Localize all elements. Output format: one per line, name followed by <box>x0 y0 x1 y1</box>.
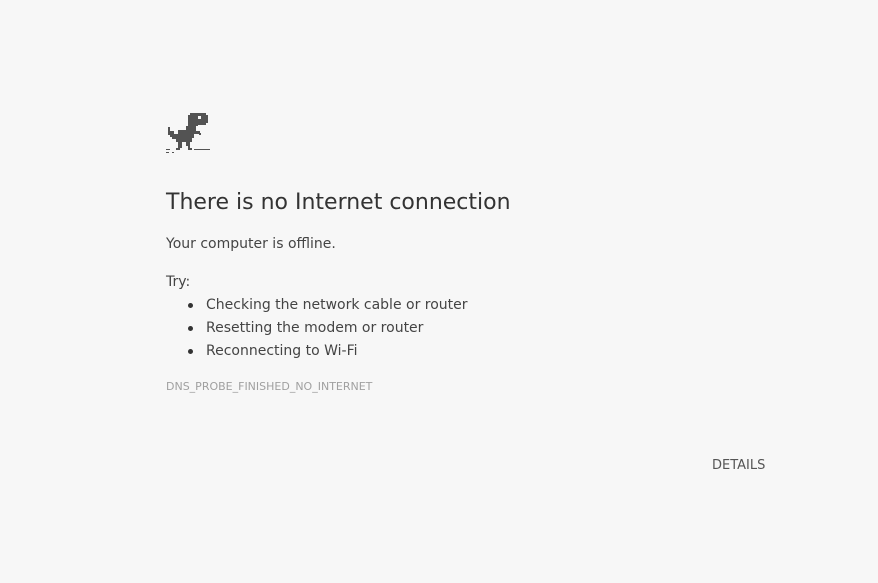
suggestion-item: Checking the network cable or router <box>166 296 468 319</box>
suggestion-item: Resetting the modem or router <box>166 319 468 342</box>
error-code: DNS_PROBE_FINISHED_NO_INTERNET <box>166 380 373 393</box>
suggestion-item: Reconnecting to Wi-Fi <box>166 342 468 365</box>
details-button[interactable]: DETAILS <box>700 452 777 478</box>
try-label: Try: <box>166 274 191 290</box>
page-title: There is no Internet connection <box>166 190 511 215</box>
error-page: There is no Internet connection Your com… <box>0 0 878 583</box>
offline-dino-icon[interactable] <box>166 111 212 157</box>
offline-message: Your computer is offline. <box>166 236 336 252</box>
suggestions-list: Checking the network cable or router Res… <box>166 296 468 365</box>
